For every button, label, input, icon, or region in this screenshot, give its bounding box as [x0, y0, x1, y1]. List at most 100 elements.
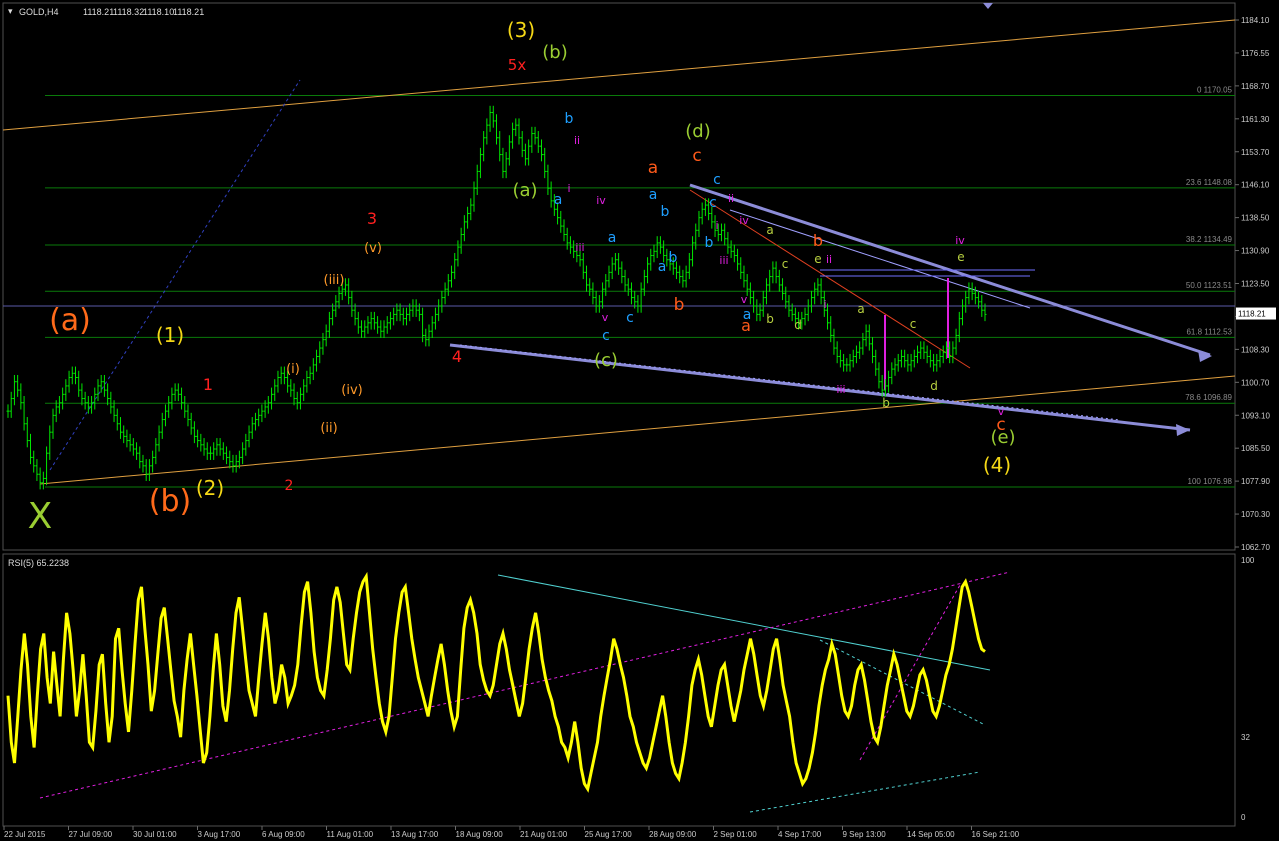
wave-label: e: [957, 250, 964, 264]
wave-label: 3: [367, 209, 377, 228]
price-tick-label: 1138.50: [1241, 214, 1270, 223]
wave-label: a: [741, 316, 751, 335]
wave-label: (b): [149, 484, 191, 519]
wave-label: 5x: [508, 56, 527, 74]
fib-label: 78.6 1096.89: [1185, 393, 1232, 402]
wave-label: i: [567, 182, 570, 195]
rsi-tick-label: 100: [1241, 556, 1255, 565]
wave-label: (a): [49, 303, 91, 338]
price-tick-label: 1168.70: [1241, 82, 1270, 91]
rsi-label: RSI(5) 65.2238: [8, 558, 69, 568]
wave-label: b: [661, 204, 670, 220]
time-tick-label: 6 Aug 09:00: [262, 830, 305, 839]
time-tick-label: 25 Aug 17:00: [585, 830, 633, 839]
symbol-label: GOLD,H4: [19, 7, 59, 17]
wave-label: ii: [728, 192, 734, 205]
wave-label: 1: [203, 375, 213, 394]
time-tick-label: 27 Jul 09:00: [69, 830, 113, 839]
wave-label: (v): [364, 241, 382, 256]
wave-label: a: [658, 259, 667, 275]
price-tick-label: 1093.10: [1241, 411, 1270, 420]
wave-label: (2): [196, 476, 224, 500]
wave-label: (3): [507, 18, 535, 42]
time-tick-label: 2 Sep 01:00: [714, 830, 758, 839]
wave-label: iii: [719, 254, 728, 267]
wave-label: X: [28, 496, 53, 537]
fib-label: 50.0 1123.51: [1186, 281, 1233, 290]
wave-label: c: [910, 317, 917, 331]
time-tick-label: 11 Aug 01:00: [327, 830, 374, 839]
time-tick-label: 13 Aug 17:00: [391, 830, 439, 839]
price-tick-label: 1176.55: [1241, 49, 1270, 58]
time-tick-label: 16 Sep 21:00: [972, 830, 1020, 839]
price-tick-label: 1077.90: [1241, 477, 1270, 486]
fib-label: 0 1170.05: [1197, 85, 1233, 94]
rsi-tick-label: 32: [1241, 733, 1250, 742]
wave-label: (1): [156, 323, 184, 347]
wave-label: c: [602, 328, 610, 344]
wave-label: 2: [285, 478, 294, 494]
wave-label: (a): [512, 180, 537, 201]
price-tick-label: 1062.70: [1241, 543, 1270, 552]
price-tick-label: 1085.50: [1241, 444, 1270, 453]
wave-label: b: [669, 250, 678, 266]
price-tick-label: 1070.30: [1241, 510, 1270, 519]
wave-label: i: [715, 219, 718, 232]
fib-label: 38.2 1134.49: [1186, 235, 1233, 244]
wave-label: b: [565, 111, 574, 127]
wave-label: c: [626, 310, 634, 326]
wave-label: (d): [685, 121, 710, 142]
wave-label: b: [882, 396, 890, 410]
wave-label: a: [554, 192, 563, 208]
ohlc-high: 1118.32: [113, 7, 144, 17]
wave-label: a: [766, 223, 773, 237]
time-tick-label: 9 Sep 13:00: [843, 830, 887, 839]
wave-label: ii: [574, 134, 580, 147]
fib-label: 61.8 1112.53: [1186, 327, 1232, 336]
wave-label: (iv): [341, 383, 362, 398]
wave-label: iv: [955, 234, 965, 247]
time-tick-label: 3 Aug 17:00: [198, 830, 241, 839]
wave-label: v: [602, 311, 609, 324]
wave-label: a: [857, 302, 864, 316]
time-tick-label: 4 Sep 17:00: [778, 830, 822, 839]
wave-label: c: [692, 146, 701, 166]
wave-label: iv: [739, 214, 749, 227]
wave-label: v: [741, 293, 748, 306]
fib-label: 23.6 1148.08: [1186, 178, 1233, 187]
price-tick-label: 1184.10: [1241, 16, 1270, 25]
wave-label: 4: [452, 347, 462, 366]
wave-label: a: [608, 230, 617, 246]
wave-label: b: [705, 235, 714, 251]
ohlc-open: 1118.21: [83, 7, 114, 17]
time-tick-label: 22 Jul 2015: [4, 830, 46, 839]
price-tick-label: 1146.10: [1241, 181, 1270, 190]
price-tick-label: 1161.30: [1241, 115, 1270, 124]
wave-label: iv: [596, 194, 606, 207]
time-tick-label: 21 Aug 01:00: [520, 830, 568, 839]
wave-label: e: [814, 252, 821, 266]
fib-label: 100 1076.98: [1188, 477, 1233, 486]
wave-label: c: [709, 195, 717, 211]
wave-label: iii: [575, 241, 584, 254]
wave-label: ii: [826, 253, 832, 266]
price-tick-label: 1130.90: [1241, 247, 1270, 256]
wave-label: b: [766, 312, 774, 326]
wave-label: iii: [836, 383, 845, 396]
wave-label: (iii): [324, 273, 345, 288]
price-tick-label: 1100.70: [1241, 378, 1270, 387]
ohlc-close: 1118.21: [173, 7, 204, 17]
wave-label: (4): [983, 453, 1011, 477]
price-tick-label: 1123.50: [1241, 280, 1270, 289]
wave-label: (c): [594, 350, 618, 371]
wave-label: a: [649, 187, 658, 203]
wave-label: c: [782, 257, 789, 271]
price-tick-label: 1153.70: [1241, 148, 1270, 157]
wave-label: c: [713, 172, 721, 188]
time-tick-label: 30 Jul 01:00: [133, 830, 177, 839]
trading-chart[interactable]: 0 1170.05 23.6 1148.08 38.2 1134.49 50.0 11…: [0, 0, 1279, 841]
wave-label: b: [813, 231, 823, 250]
wave-label: a: [648, 158, 658, 178]
menu-arrow-icon[interactable]: ▾: [8, 6, 13, 16]
wave-label: (b): [542, 42, 567, 63]
